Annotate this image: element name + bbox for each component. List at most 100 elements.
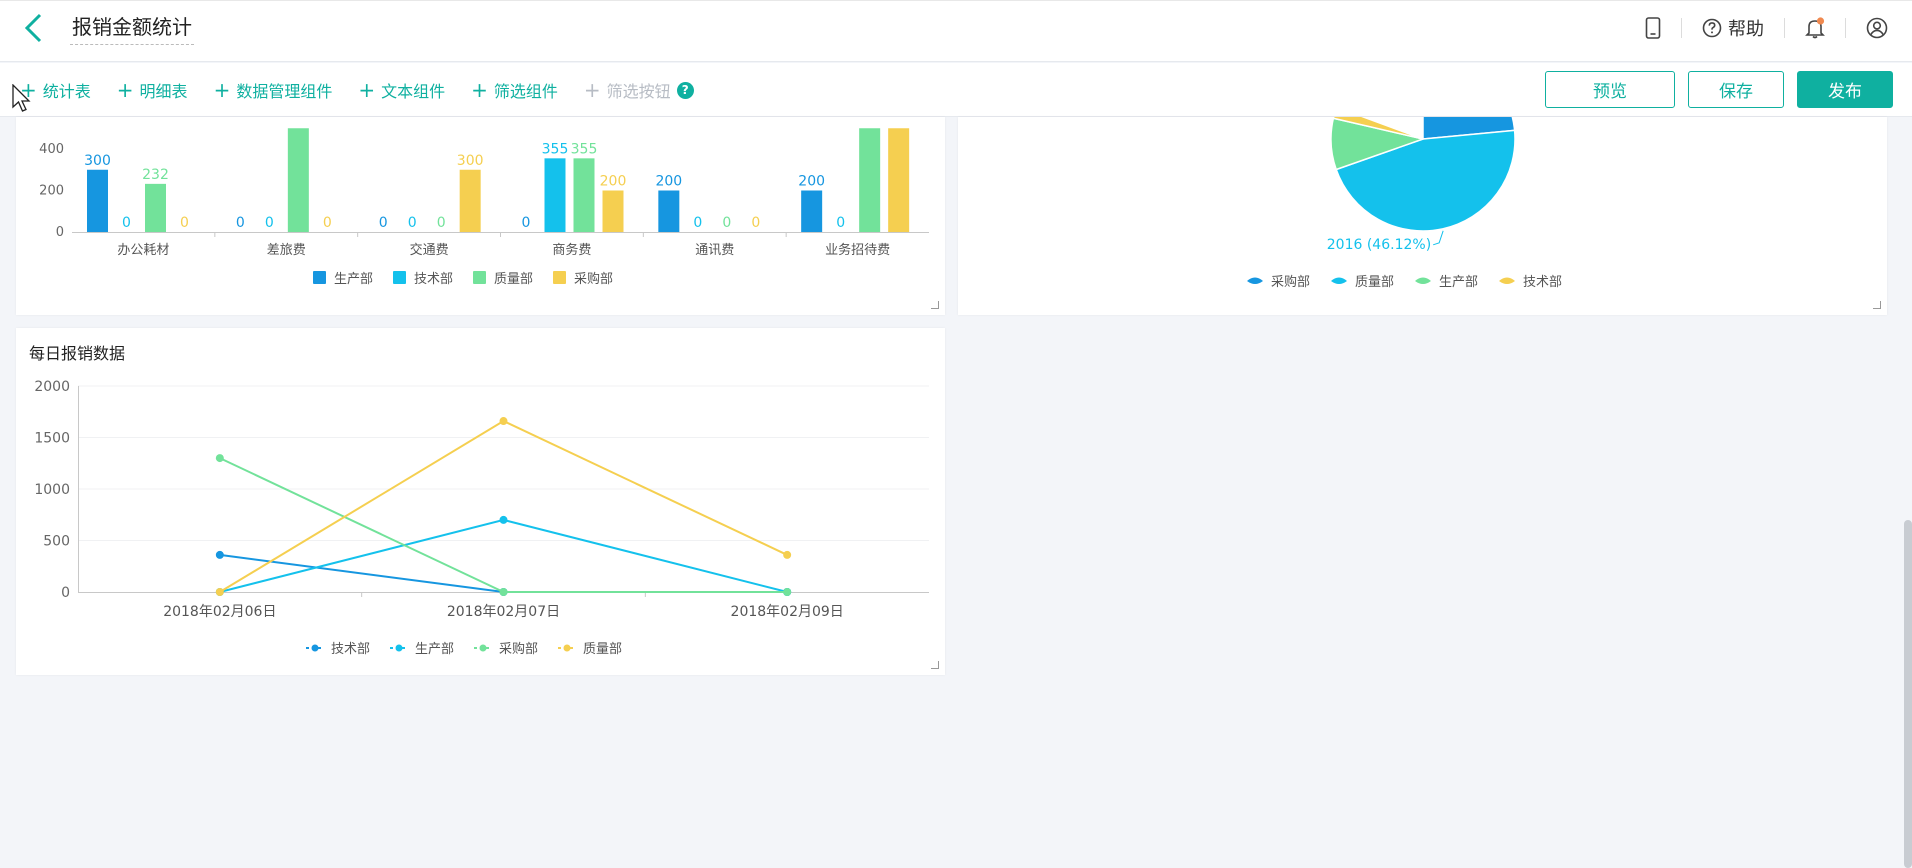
legend-item: 质量部	[558, 638, 622, 657]
add-filter-button-button[interactable]: + 筛选按钮?	[584, 78, 694, 102]
legend-item: 采购部	[474, 638, 538, 657]
publish-button[interactable]: 发布	[1797, 71, 1893, 108]
component-toolbar: + 统计表 + 明细表 + 数据管理组件 + 文本组件 + 筛选组件 + 筛选按钮? 预览 …	[0, 63, 1912, 117]
legend-swatch	[393, 271, 407, 284]
legend-label: 生产部	[415, 642, 455, 657]
y-tick-label: 0	[61, 585, 70, 601]
legend-fan-shape	[1247, 277, 1263, 284]
legend-swatch	[390, 644, 409, 651]
series-line	[219, 553, 788, 593]
plus-icon: +	[213, 78, 231, 102]
legend-item: 质量部	[1330, 271, 1394, 290]
x-tick-label: 业务招待费	[825, 242, 890, 258]
y-tick-label: 1000	[34, 482, 70, 498]
resize-handle-icon[interactable]	[1873, 301, 1881, 309]
bar	[859, 128, 881, 232]
bar-data-label: 200	[798, 174, 825, 190]
question-circle-icon	[1702, 18, 1722, 38]
y-tick-label: 1500	[34, 431, 70, 447]
bar-data-label: 355	[571, 141, 598, 157]
add-detail-table-button[interactable]: + 明细表	[117, 78, 188, 102]
pie-chart-card[interactable]: 2016 (46.12%) 采购部 质量部 生产部 技术部	[958, 117, 1887, 315]
pie-data-label: 2016 (46.12%)	[1327, 237, 1431, 253]
save-button[interactable]: 保存	[1688, 71, 1784, 108]
bar	[544, 158, 566, 232]
bell-icon	[1805, 17, 1825, 39]
bar-data-label: 355	[542, 141, 569, 157]
legend-swatch	[1415, 277, 1432, 284]
add-data-management-label: 数据管理组件	[236, 82, 333, 101]
x-tick-label: 通讯费	[695, 243, 734, 258]
data-point	[783, 550, 792, 559]
legend-label: 质量部	[494, 272, 534, 287]
data-point	[215, 588, 224, 596]
add-component-menu: + 统计表 + 明细表 + 数据管理组件 + 文本组件 + 筛选组件 + 筛选按钮?	[20, 63, 720, 117]
pie-label-line	[1433, 230, 1444, 246]
legend-item: 采购部	[553, 268, 613, 287]
legend-item: 生产部	[1414, 271, 1478, 290]
bar-data-label: 200	[655, 174, 682, 190]
data-point	[499, 588, 508, 596]
data-point	[215, 550, 224, 559]
resize-handle-icon[interactable]	[931, 301, 939, 309]
bar	[658, 190, 680, 232]
legend-fan-shape	[1499, 277, 1516, 284]
add-data-management-button[interactable]: + 数据管理组件	[214, 78, 333, 102]
page-title[interactable]: 报销金额统计	[70, 13, 194, 45]
header-divider	[1681, 18, 1682, 38]
bar	[287, 128, 309, 232]
user-account-button[interactable]	[1856, 12, 1898, 44]
data-point	[499, 417, 508, 426]
mobile-preview-button[interactable]	[1635, 12, 1671, 44]
plus-icon: +	[116, 78, 134, 102]
bar-data-label: 0	[437, 215, 446, 231]
resize-handle-icon[interactable]	[931, 661, 939, 669]
legend-swatch	[558, 644, 577, 651]
bar-data-label: 0	[751, 215, 760, 231]
bar-data-label: 300	[84, 153, 111, 169]
mouse-cursor-icon	[12, 84, 31, 112]
help-button[interactable]: 帮助	[1692, 12, 1774, 44]
add-text-component-label: 文本组件	[381, 82, 446, 101]
pie-chart-legend: 采购部 质量部 生产部 技术部	[1236, 271, 1572, 290]
bar	[888, 128, 910, 232]
bar-data-label: 0	[722, 215, 731, 231]
legend-item: 生产部	[313, 268, 373, 287]
add-stats-table-label: 统计表	[42, 82, 91, 101]
legend-item: 生产部	[390, 638, 454, 657]
bar-data-label: 0	[323, 215, 332, 231]
legend-fan-shape	[1331, 277, 1348, 284]
legend-swatch	[313, 271, 326, 284]
preview-button[interactable]: 预览	[1545, 71, 1675, 108]
line-chart-legend: 技术部 生产部 采购部 质量部	[296, 638, 632, 657]
legend-label: 采购部	[574, 272, 614, 287]
line-chart-card[interactable]: 每日报销数据 0 500 1000 1500 2000 2018年02月06日 2018年0…	[16, 328, 945, 675]
legend-swatch	[473, 271, 487, 284]
bar-chart-card[interactable]: 0 200 400 办公耗材 300 0 232 0 差旅费 0 0 0 交通费 0 0 0 300 商务费 0 35…	[16, 117, 945, 315]
help-question-icon[interactable]: ?	[676, 81, 694, 99]
legend-label: 生产部	[334, 272, 374, 287]
add-filter-component-button[interactable]: + 筛选组件	[471, 78, 558, 102]
legend-label: 采购部	[499, 642, 539, 657]
add-text-component-button[interactable]: + 文本组件	[358, 78, 445, 102]
back-arrow-icon[interactable]	[18, 11, 50, 45]
bar-data-label: 0	[408, 215, 417, 231]
legend-swatch	[553, 271, 567, 284]
data-point	[215, 454, 224, 463]
y-tick-label: 500	[43, 534, 70, 550]
y-tick-label: 0	[56, 225, 64, 240]
bar	[573, 158, 595, 232]
x-tick-label: 办公耗材	[117, 243, 169, 258]
legend-item: 技术部	[1498, 271, 1562, 290]
legend-label: 生产部	[1439, 275, 1479, 290]
notification-button[interactable]	[1795, 12, 1835, 44]
vertical-scrollbar[interactable]	[1904, 520, 1912, 868]
bar-data-label: 0	[236, 215, 245, 231]
series-line	[219, 457, 788, 593]
bar-data-label: 0	[379, 215, 388, 231]
bar-chart-legend: 生产部 技术部 质量部 采购部	[303, 268, 623, 287]
x-tick-label: 2018年02月07日	[447, 604, 560, 620]
bar	[459, 169, 481, 232]
header-actions: 帮助	[1635, 12, 1898, 44]
legend-swatch	[1499, 277, 1516, 284]
